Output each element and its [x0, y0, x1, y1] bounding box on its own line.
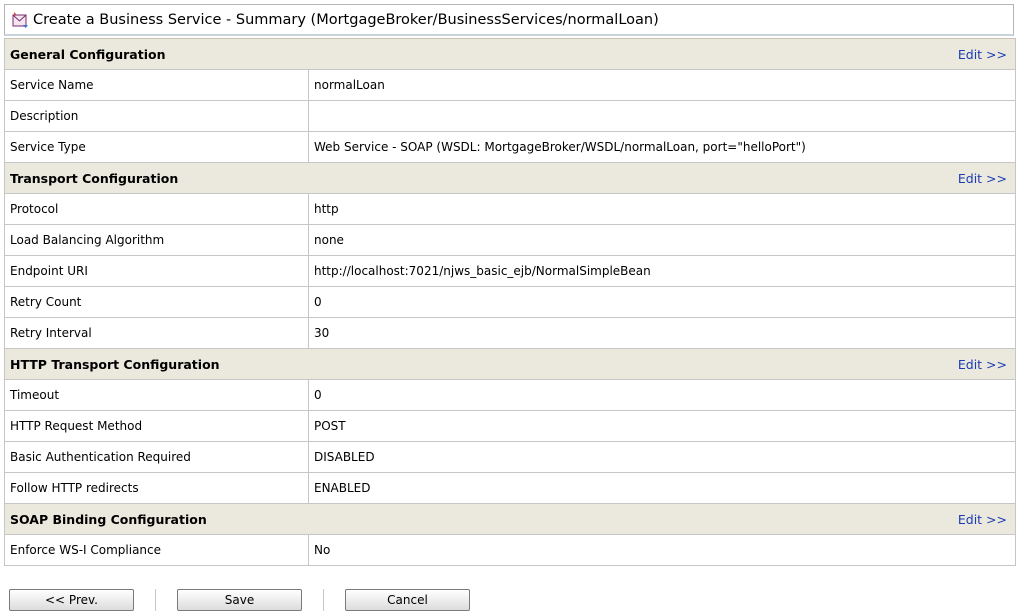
- row-value: 0: [308, 379, 1016, 411]
- row-value: http: [308, 193, 1016, 225]
- page-header: Create a Business Service - Summary (Mor…: [4, 4, 1014, 36]
- table-row: Timeout 0: [4, 379, 1016, 411]
- row-value: POST: [308, 410, 1016, 442]
- table-row: Service Type Web Service - SOAP (WSDL: M…: [4, 131, 1016, 163]
- table-row: Protocol http: [4, 193, 1016, 225]
- section-header-transport: Transport Configuration Edit >>: [4, 162, 1016, 194]
- edit-general-link[interactable]: Edit >>: [958, 47, 1007, 62]
- table-row: HTTP Request Method POST: [4, 410, 1016, 442]
- row-label: Service Name: [4, 69, 309, 101]
- section-title: SOAP Binding Configuration: [10, 511, 207, 527]
- row-value: 30: [308, 317, 1016, 349]
- row-value: No: [308, 534, 1016, 566]
- section-title: Transport Configuration: [10, 170, 179, 186]
- row-label: Timeout: [4, 379, 309, 411]
- row-value: 0: [308, 286, 1016, 318]
- row-label: Endpoint URI: [4, 255, 309, 287]
- row-value: Web Service - SOAP (WSDL: MortgageBroker…: [308, 131, 1016, 163]
- prev-button[interactable]: << Prev.: [9, 589, 134, 611]
- table-row: Load Balancing Algorithm none: [4, 224, 1016, 256]
- row-value: none: [308, 224, 1016, 256]
- edit-http-transport-link[interactable]: Edit >>: [958, 357, 1007, 372]
- row-value: ENABLED: [308, 472, 1016, 504]
- row-label: Load Balancing Algorithm: [4, 224, 309, 256]
- table-row: Retry Count 0: [4, 286, 1016, 318]
- button-separator: [323, 589, 324, 611]
- cancel-button[interactable]: Cancel: [345, 589, 470, 611]
- section-header-soap-binding: SOAP Binding Configuration Edit >>: [4, 503, 1016, 535]
- row-label: Protocol: [4, 193, 309, 225]
- table-row: Retry Interval 30: [4, 317, 1016, 349]
- row-label: Enforce WS-I Compliance: [4, 534, 309, 566]
- row-label: Basic Authentication Required: [4, 441, 309, 473]
- row-label: Service Type: [4, 131, 309, 163]
- row-value: http://localhost:7021/njws_basic_ejb/Nor…: [308, 255, 1016, 287]
- row-label: Retry Count: [4, 286, 309, 318]
- row-label: Follow HTTP redirects: [4, 472, 309, 504]
- row-value: DISABLED: [308, 441, 1016, 473]
- summary-table: General Configuration Edit >> Service Nam…: [4, 38, 1016, 566]
- button-separator: [155, 589, 156, 611]
- table-row: Service Name normalLoan: [4, 69, 1016, 101]
- edit-transport-link[interactable]: Edit >>: [958, 171, 1007, 186]
- row-value: normalLoan: [308, 69, 1016, 101]
- section-title: HTTP Transport Configuration: [10, 356, 220, 372]
- row-label: HTTP Request Method: [4, 410, 309, 442]
- section-header-general: General Configuration Edit >>: [4, 38, 1016, 70]
- table-row: Endpoint URI http://localhost:7021/njws_…: [4, 255, 1016, 287]
- page-title: Create a Business Service - Summary (Mor…: [33, 11, 659, 28]
- save-button[interactable]: Save: [177, 589, 302, 611]
- section-header-http-transport: HTTP Transport Configuration Edit >>: [4, 348, 1016, 380]
- table-row: Enforce WS-I Compliance No: [4, 534, 1016, 566]
- table-row: Description: [4, 100, 1016, 132]
- edit-soap-binding-link[interactable]: Edit >>: [958, 512, 1007, 527]
- row-label: Description: [4, 100, 309, 132]
- table-row: Basic Authentication Required DISABLED: [4, 441, 1016, 473]
- section-title: General Configuration: [10, 46, 166, 62]
- table-row: Follow HTTP redirects ENABLED: [4, 472, 1016, 504]
- row-value: [308, 100, 1016, 132]
- business-service-icon: [12, 11, 28, 28]
- row-label: Retry Interval: [4, 317, 309, 349]
